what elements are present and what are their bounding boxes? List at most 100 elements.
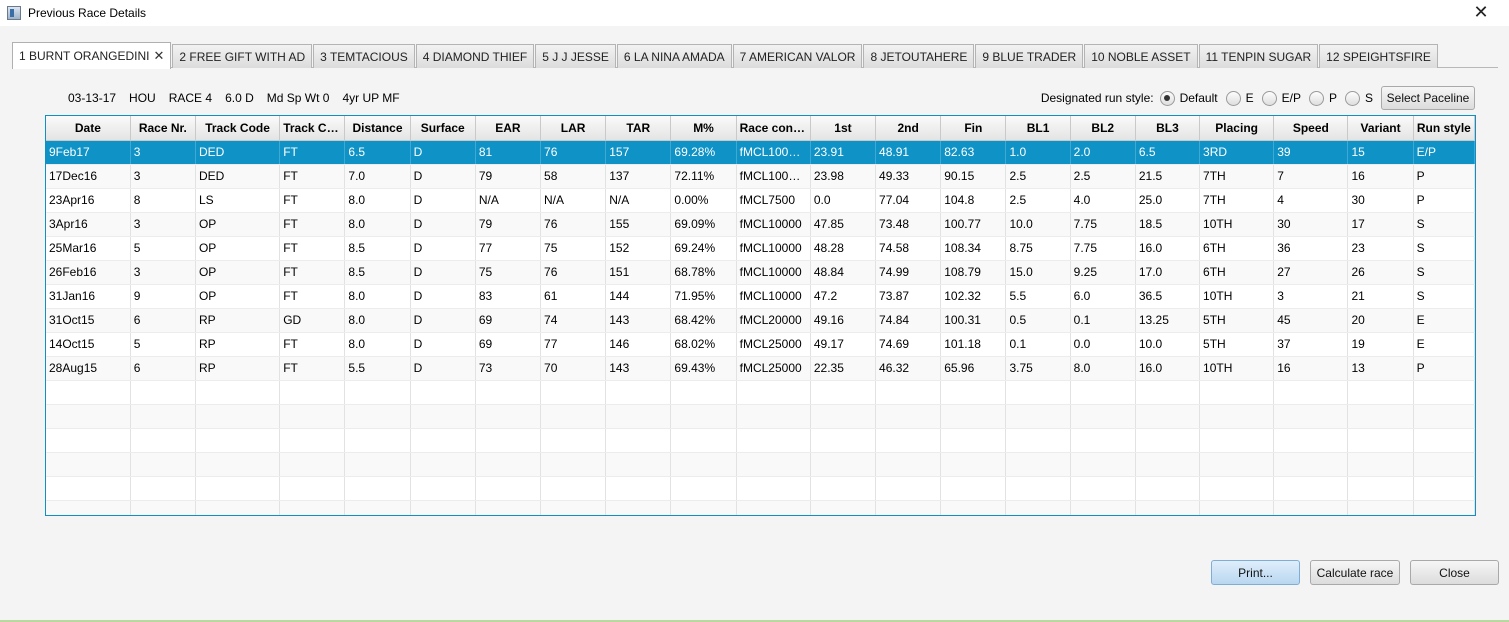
column-header[interactable]: Track Co... bbox=[279, 116, 346, 141]
tab-horse-3[interactable]: 3 TEMTACIOUS bbox=[313, 44, 415, 68]
column-header[interactable]: Run style bbox=[1413, 116, 1475, 141]
column-header[interactable]: Date bbox=[46, 116, 131, 141]
column-header[interactable]: 2nd bbox=[875, 116, 942, 141]
empty-cell bbox=[344, 380, 411, 405]
table-row[interactable]: 28Aug15 6 RP FT 5.5 D 73 70 143 69.43% fMCL25000 22… bbox=[46, 356, 1475, 381]
tab-horse-4[interactable]: 4 DIAMOND THIEF bbox=[415, 44, 535, 68]
empty-cell bbox=[1347, 404, 1414, 429]
table-cell: 22.35 bbox=[810, 356, 877, 381]
column-header[interactable]: Variant bbox=[1347, 116, 1414, 141]
tab-horse-10[interactable]: 10 NOBLE ASSET bbox=[1084, 44, 1198, 68]
empty-cell bbox=[195, 476, 281, 501]
table-cell: 6.0 bbox=[1070, 284, 1136, 309]
tab-horse-8[interactable]: 8 JETOUTAHERE bbox=[863, 44, 975, 68]
empty-cell bbox=[670, 452, 737, 477]
radio-button[interactable] bbox=[1308, 90, 1324, 106]
radio-button[interactable] bbox=[1261, 90, 1277, 106]
column-header[interactable]: Placing bbox=[1199, 116, 1275, 141]
empty-cell bbox=[475, 476, 542, 501]
race-date: 03-13-17 bbox=[68, 91, 117, 105]
table-row[interactable]: 14Oct15 5 RP FT 8.0 D 69 77 146 68.02% fMCL25000 49… bbox=[46, 332, 1475, 357]
radio-button[interactable] bbox=[1159, 90, 1175, 106]
empty-cell bbox=[1273, 380, 1349, 405]
column-header[interactable]: 1st bbox=[810, 116, 877, 141]
column-header[interactable]: Fin bbox=[940, 116, 1007, 141]
run-style-option[interactable]: S bbox=[1344, 90, 1373, 106]
radio-label: S bbox=[1364, 91, 1373, 105]
run-style-option[interactable]: E/P bbox=[1261, 90, 1301, 106]
window-close-button[interactable]: ✕ bbox=[1471, 2, 1491, 23]
radio-button[interactable] bbox=[1225, 90, 1241, 106]
table-cell: 16.0 bbox=[1135, 356, 1201, 381]
empty-cell bbox=[1005, 404, 1071, 429]
table-row[interactable]: 25Mar16 5 OP FT 8.5 D 77 75 152 69.24% fMCL10000 48… bbox=[46, 236, 1475, 261]
run-style-option[interactable]: P bbox=[1308, 90, 1337, 106]
tab-label: 1 BURNT ORANGEDINI bbox=[19, 49, 150, 63]
column-header[interactable]: TAR bbox=[605, 116, 672, 141]
column-header[interactable]: Distance bbox=[344, 116, 411, 141]
table-row[interactable]: 31Jan16 9 OP FT 8.0 D 83 61 144 71.95% fMCL10000 47… bbox=[46, 284, 1475, 309]
table-cell: 144 bbox=[605, 284, 672, 309]
tab-close-icon[interactable]: ✕ bbox=[153, 48, 164, 64]
column-header[interactable]: BL1 bbox=[1005, 116, 1071, 141]
empty-cell bbox=[1135, 428, 1201, 453]
table-cell: N/A bbox=[540, 188, 607, 213]
table-cell: E/P bbox=[1413, 140, 1475, 165]
empty-cell bbox=[940, 404, 1007, 429]
table-cell: D bbox=[410, 284, 476, 309]
window-title: Previous Race Details bbox=[28, 6, 147, 20]
table-row[interactable]: 17Dec16 3 DED FT 7.0 D 79 58 137 72.11% fMCL10000s… bbox=[46, 164, 1475, 189]
table-row[interactable]: 3Apr16 3 OP FT 8.0 D 79 76 155 69.09% fMCL10000 47.… bbox=[46, 212, 1475, 237]
tab-horse-5[interactable]: 5 J J JESSE bbox=[535, 44, 616, 68]
run-style-option[interactable]: Default bbox=[1159, 90, 1218, 106]
empty-row bbox=[46, 500, 1475, 515]
column-header[interactable]: Speed bbox=[1273, 116, 1349, 141]
table-cell: 10TH bbox=[1199, 284, 1275, 309]
calculate-race-button[interactable]: Calculate race bbox=[1310, 560, 1400, 585]
select-paceline-button[interactable]: Select Paceline bbox=[1381, 86, 1475, 110]
column-header[interactable]: Race cond... bbox=[736, 116, 811, 141]
column-header[interactable]: Surface bbox=[410, 116, 476, 141]
radio-button[interactable] bbox=[1344, 90, 1360, 106]
empty-cell bbox=[605, 500, 672, 515]
column-header[interactable]: EAR bbox=[475, 116, 542, 141]
print-button[interactable]: Print... bbox=[1211, 560, 1300, 585]
table-cell: D bbox=[410, 356, 476, 381]
empty-cell bbox=[736, 500, 811, 515]
table-row[interactable]: 9Feb17 3 DED FT 6.5 D 81 76 157 69.28% fMCL10000s 2… bbox=[46, 140, 1475, 165]
empty-cell bbox=[130, 500, 196, 515]
tab-horse-11[interactable]: 11 TENPIN SUGAR bbox=[1198, 44, 1319, 68]
table-cell: LS bbox=[195, 188, 281, 213]
column-header[interactable]: Track Code bbox=[195, 116, 281, 141]
run-style-option[interactable]: E bbox=[1225, 90, 1254, 106]
tab-label: 5 J J JESSE bbox=[542, 49, 609, 64]
tab-horse-7[interactable]: 7 AMERICAN VALOR bbox=[732, 44, 863, 68]
table-row[interactable]: 31Oct15 6 RP GD 8.0 D 69 74 143 68.42% fMCL20000 49… bbox=[46, 308, 1475, 333]
column-header[interactable]: BL3 bbox=[1135, 116, 1201, 141]
table-cell: 157 bbox=[605, 140, 672, 165]
close-button[interactable]: Close bbox=[1410, 560, 1499, 585]
empty-cell bbox=[279, 452, 346, 477]
column-header[interactable]: BL2 bbox=[1070, 116, 1136, 141]
table-cell: 23.91 bbox=[810, 140, 877, 165]
table-cell: 8.0 bbox=[344, 332, 411, 357]
table-row[interactable]: 26Feb16 3 OP FT 8.5 D 75 76 151 68.78% fMCL10000 48… bbox=[46, 260, 1475, 285]
table-cell: P bbox=[1413, 164, 1475, 189]
column-header[interactable]: M% bbox=[670, 116, 737, 141]
empty-cell bbox=[410, 500, 476, 515]
table-cell: 49.17 bbox=[810, 332, 877, 357]
column-header[interactable]: Race Nr. bbox=[130, 116, 196, 141]
table-row[interactable]: 23Apr16 8 LS FT 8.0 D N/A N/A N/A 0.00% fMCL7500 0.… bbox=[46, 188, 1475, 213]
column-header[interactable]: LAR bbox=[540, 116, 607, 141]
title-bar: Previous Race Details ✕ bbox=[0, 0, 1509, 26]
empty-cell bbox=[605, 380, 672, 405]
tab-horse-12[interactable]: 12 SPEIGHTSFIRE bbox=[1319, 44, 1438, 68]
empty-cell bbox=[130, 452, 196, 477]
table-cell: 73.87 bbox=[875, 284, 942, 309]
tab-horse-6[interactable]: 6 LA NINA AMADA bbox=[616, 44, 732, 68]
table-cell: 7.0 bbox=[344, 164, 411, 189]
tab-horse-9[interactable]: 9 BLUE TRADER bbox=[975, 44, 1084, 68]
tab-label: 2 FREE GIFT WITH AD bbox=[179, 49, 306, 64]
tab-horse-1[interactable]: 1 BURNT ORANGEDINI ✕ bbox=[12, 42, 172, 69]
tab-horse-2[interactable]: 2 FREE GIFT WITH AD bbox=[172, 44, 313, 68]
